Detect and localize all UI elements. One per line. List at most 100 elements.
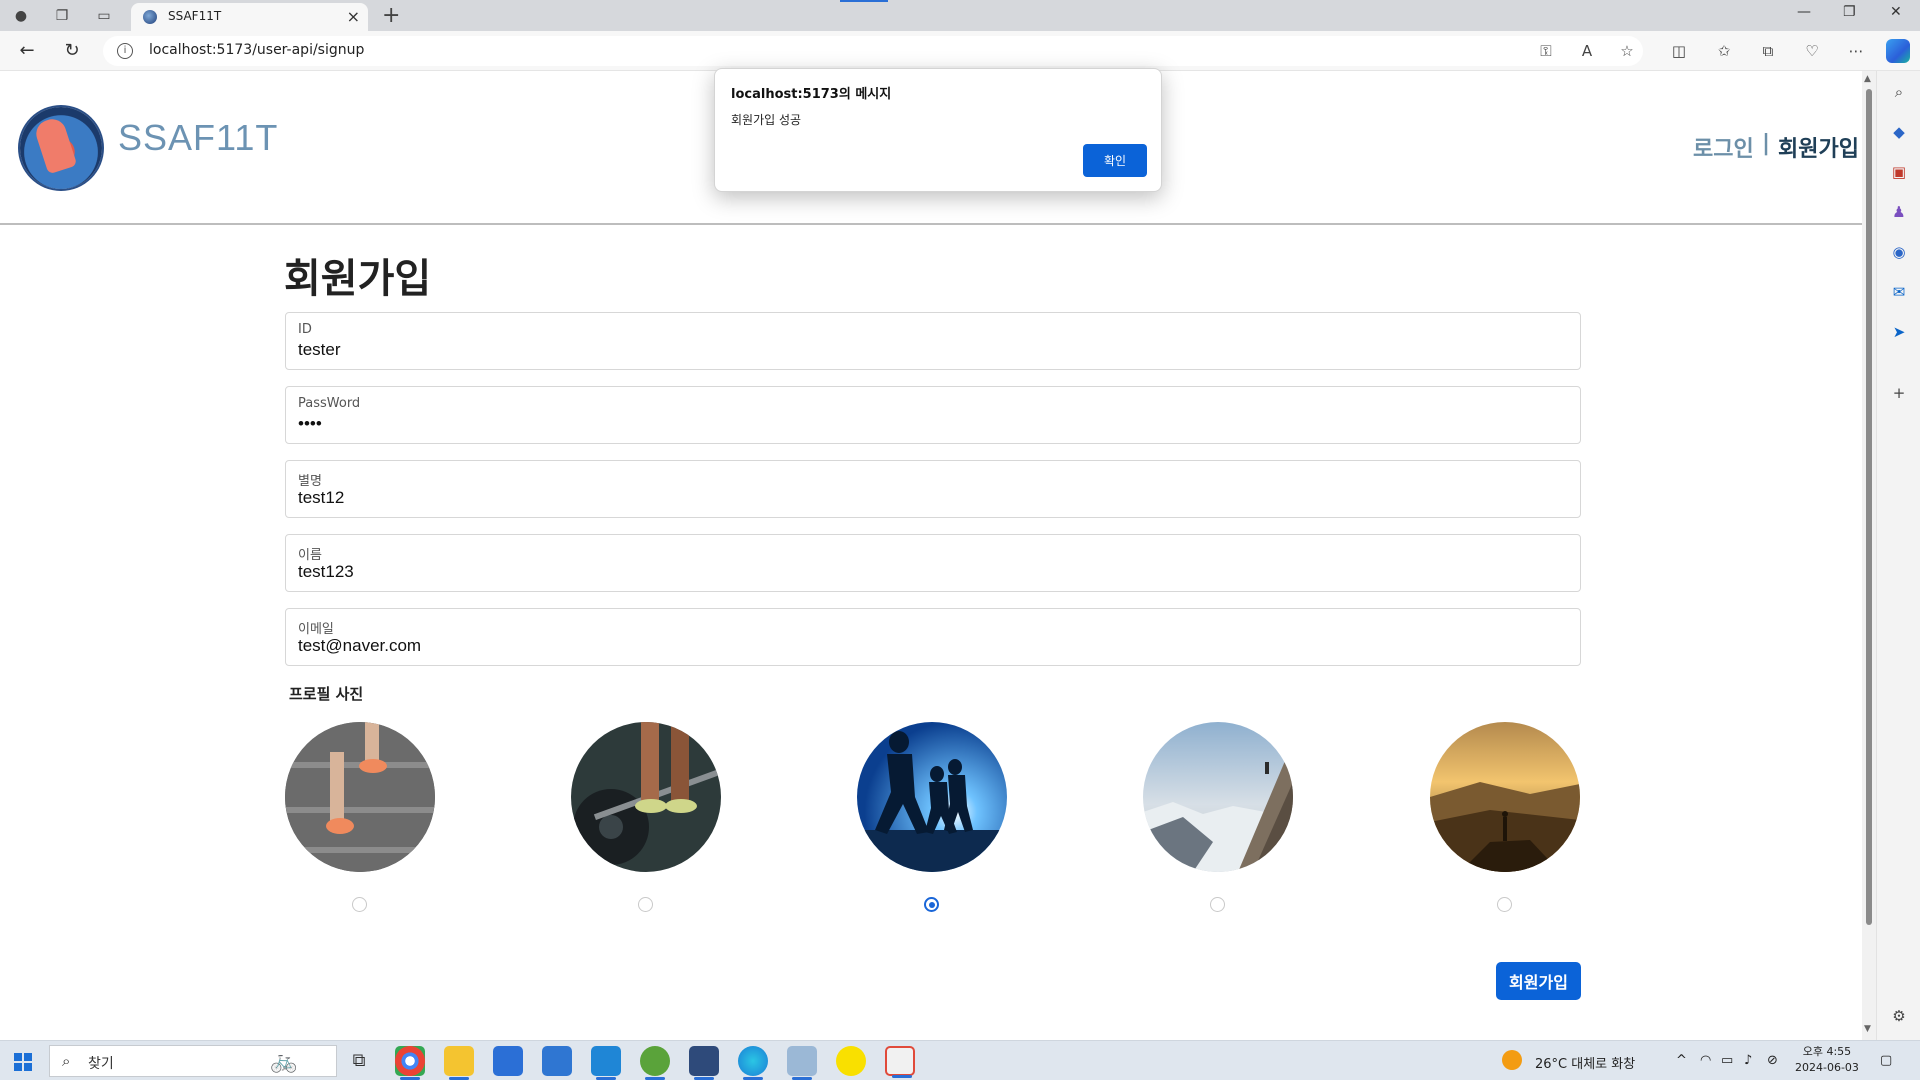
- clock-time: 오후 4:55: [1802, 1045, 1852, 1058]
- nickname-field-label: 별명: [298, 474, 322, 489]
- minimize-icon[interactable]: —: [1797, 4, 1811, 20]
- shopping-tag-icon[interactable]: ◆: [1889, 122, 1909, 142]
- id-field-label: ID: [298, 322, 312, 337]
- scroll-down-icon[interactable]: ▼: [1864, 1024, 1871, 1034]
- microsoft-store-icon[interactable]: [493, 1046, 523, 1076]
- profile-photo-2[interactable]: [571, 722, 721, 872]
- file-explorer-icon[interactable]: [444, 1046, 474, 1080]
- address-bar[interactable]: i localhost:5173/user-api/signup: [103, 36, 1643, 66]
- browser-essentials-icon[interactable]: ♡: [1802, 41, 1822, 61]
- taskbar-clock[interactable]: 오후 4:55 2024-06-03: [1795, 1044, 1859, 1076]
- profile-photo-1[interactable]: [285, 722, 435, 872]
- close-tab-icon[interactable]: ×: [347, 7, 360, 26]
- more-menu-icon[interactable]: ⋯: [1846, 41, 1866, 61]
- email-field-value[interactable]: test@naver.com: [298, 636, 421, 656]
- profile-photo-label: 프로필 사진: [289, 685, 364, 703]
- edge-icon[interactable]: [738, 1046, 768, 1080]
- profile-photo-radio-3[interactable]: [924, 897, 939, 912]
- spring-tool-icon[interactable]: [640, 1046, 670, 1080]
- kakaotalk-icon[interactable]: [836, 1046, 866, 1076]
- collections-icon[interactable]: ⧉: [1758, 41, 1778, 61]
- games-icon[interactable]: ♟: [1889, 202, 1909, 222]
- password-field-value[interactable]: ••••: [298, 414, 322, 434]
- favorites-icon[interactable]: ✩: [1714, 41, 1734, 61]
- tab-title: SSAF11T: [168, 9, 222, 23]
- name-field[interactable]: 이름 test123: [285, 534, 1581, 592]
- workbench-icon[interactable]: [689, 1046, 719, 1080]
- drop-icon[interactable]: ➤: [1889, 322, 1909, 342]
- page-scrollbar[interactable]: ▲ ▼: [1862, 71, 1876, 1040]
- new-tab-icon[interactable]: +: [382, 3, 400, 28]
- site-info-icon[interactable]: i: [117, 43, 133, 59]
- mountain-sunset-yoga-photo-icon: [1430, 722, 1580, 872]
- workspaces-icon[interactable]: ❐: [52, 6, 72, 26]
- profile-photo-4[interactable]: [1143, 722, 1293, 872]
- profile-photo-radio-2[interactable]: [638, 897, 653, 912]
- tab-actions-icon[interactable]: ▭: [94, 6, 114, 26]
- tray-chevron-icon[interactable]: ^: [1676, 1053, 1687, 1068]
- site-favicon-icon: [143, 10, 157, 24]
- profile-icon[interactable]: ●: [11, 6, 31, 26]
- search-icon[interactable]: ⌕: [1889, 82, 1909, 102]
- refresh-icon[interactable]: ↻: [60, 39, 84, 63]
- scrollbar-thumb[interactable]: [1866, 89, 1872, 925]
- password-field[interactable]: PassWord ••••: [285, 386, 1581, 444]
- mic-off-icon[interactable]: ⊘: [1767, 1053, 1778, 1068]
- email-field-label: 이메일: [298, 622, 334, 637]
- favorite-star-icon[interactable]: ☆: [1617, 41, 1637, 61]
- copilot-icon[interactable]: [1886, 39, 1910, 63]
- nickname-field-value[interactable]: test12: [298, 488, 344, 508]
- close-window-icon[interactable]: ✕: [1890, 4, 1902, 20]
- mail-icon[interactable]: [542, 1046, 572, 1076]
- chrome-icon[interactable]: [395, 1046, 425, 1080]
- vscode-icon[interactable]: [591, 1046, 621, 1080]
- volume-icon[interactable]: ♪: [1744, 1053, 1752, 1068]
- scroll-up-icon[interactable]: ▲: [1864, 74, 1871, 84]
- profile-photo-radio-4[interactable]: [1210, 897, 1225, 912]
- browser-tab[interactable]: SSAF11T ×: [131, 3, 368, 31]
- nav-signup-link[interactable]: 회원가입: [1778, 131, 1859, 163]
- taskbar-search-input[interactable]: ⌕ 찾기 🚲: [49, 1045, 337, 1077]
- id-field[interactable]: ID tester: [285, 312, 1581, 370]
- task-view-icon[interactable]: ⧉: [344, 1046, 374, 1076]
- mountain-cliff-photo-icon: [1143, 722, 1293, 872]
- app-icon[interactable]: [885, 1046, 915, 1078]
- notepad-icon[interactable]: [787, 1046, 817, 1080]
- password-key-icon[interactable]: ⚿: [1536, 41, 1556, 61]
- back-icon[interactable]: ←: [15, 39, 39, 63]
- outlook-icon[interactable]: ✉: [1889, 282, 1909, 302]
- read-aloud-icon[interactable]: A: [1577, 41, 1597, 61]
- profile-photo-radio-1[interactable]: [352, 897, 367, 912]
- url-text[interactable]: localhost:5173/user-api/signup: [149, 42, 364, 58]
- nickname-field[interactable]: 별명 test12: [285, 460, 1581, 518]
- dialog-ok-button[interactable]: 확인: [1083, 144, 1147, 177]
- profile-photo-radio-5[interactable]: [1497, 897, 1512, 912]
- network-icon[interactable]: ◠: [1700, 1053, 1711, 1068]
- screen: ● ❐ ▭ SSAF11T × + — ❐ ✕ ← ↻ i localhost:…: [0, 0, 1920, 1080]
- nav-login-link[interactable]: 로그인: [1693, 131, 1754, 163]
- id-field-value[interactable]: tester: [298, 340, 341, 360]
- tools-icon[interactable]: ▣: [1889, 162, 1909, 182]
- profile-photo-5[interactable]: [1430, 722, 1580, 872]
- split-screen-icon[interactable]: ◫: [1669, 41, 1689, 61]
- email-field[interactable]: 이메일 test@naver.com: [285, 608, 1581, 666]
- microsoft-365-icon[interactable]: ◉: [1889, 242, 1909, 262]
- name-field-value[interactable]: test123: [298, 562, 354, 582]
- alert-dialog: localhost:5173의 메시지 회원가입 성공 확인: [714, 68, 1162, 192]
- add-sidebar-app-icon[interactable]: +: [1889, 383, 1909, 403]
- signup-submit-button[interactable]: 회원가입: [1496, 962, 1581, 1000]
- brand-name[interactable]: SSAF11T: [118, 117, 278, 159]
- battery-icon[interactable]: ▭: [1721, 1053, 1733, 1068]
- profile-photo-3[interactable]: [857, 722, 1007, 872]
- page-viewport: SSAF11T 로그인 | 회원가입 회원가입 ID tester PassWo…: [0, 71, 1862, 1040]
- weather-text[interactable]: 26°C 대체로 화창: [1535, 1053, 1635, 1072]
- dialog-title: localhost:5173의 메시지: [731, 87, 892, 102]
- sidebar-settings-icon[interactable]: ⚙: [1889, 1006, 1909, 1026]
- restore-icon[interactable]: ❐: [1843, 4, 1856, 20]
- page-title: 회원가입: [284, 256, 432, 302]
- weather-icon[interactable]: [1502, 1050, 1522, 1070]
- windows-start-icon[interactable]: [14, 1053, 32, 1071]
- name-field-label: 이름: [298, 548, 322, 563]
- edge-sidebar: ⌕ ◆ ▣ ♟ ◉ ✉ ➤ + ⚙: [1876, 71, 1920, 1040]
- notifications-icon[interactable]: ▢: [1880, 1053, 1892, 1068]
